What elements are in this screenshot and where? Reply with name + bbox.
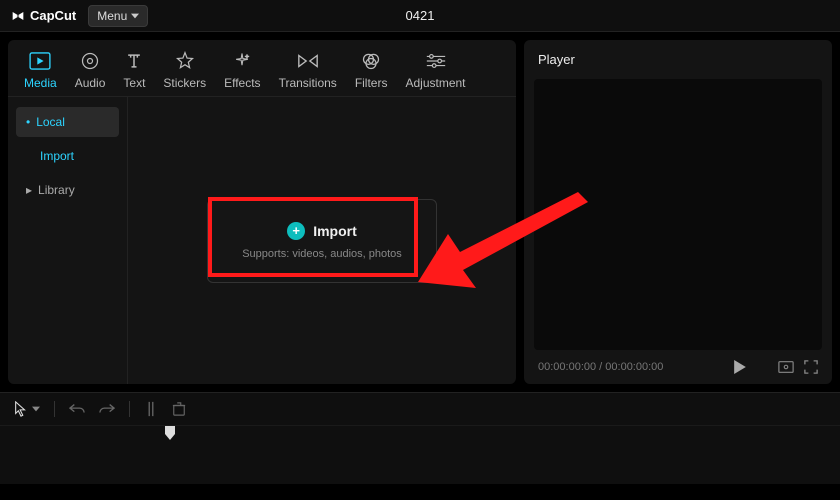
bullet-icon: • [26,115,30,129]
tab-label: Text [123,76,145,90]
media-sidebar: • Local Import ▸ Library [8,97,128,384]
tab-media[interactable]: Media [24,50,57,90]
timeline-toolbar [0,393,840,425]
tab-stickers[interactable]: Stickers [163,50,206,90]
app-logo: CapCut [10,8,76,24]
media-panel: Media Audio Text Stickers [8,40,516,384]
scale-ratio-button[interactable] [778,360,794,374]
adjustment-icon [425,50,447,72]
chevron-right-icon: ▸ [26,183,32,197]
tab-text[interactable]: Text [123,50,145,90]
undo-button[interactable] [69,402,85,416]
timeline-track-area[interactable] [0,425,840,473]
pointer-tool-button[interactable] [14,401,40,417]
audio-icon [79,50,101,72]
tab-label: Transitions [279,76,337,90]
play-button[interactable] [734,360,746,374]
sidebar-item-label: Import [40,149,74,163]
divider [129,401,130,417]
sidebar-item-label: Local [36,115,65,129]
tab-audio[interactable]: Audio [75,50,106,90]
redo-button[interactable] [99,402,115,416]
text-icon [123,50,145,72]
filters-icon [360,50,382,72]
sidebar-item-local[interactable]: • Local [16,107,119,137]
tab-label: Stickers [163,76,206,90]
fullscreen-button[interactable] [804,360,818,374]
tab-filters[interactable]: Filters [355,50,388,90]
plus-icon: + [287,222,305,240]
title-bar: CapCut Menu 0421 [0,0,840,32]
import-label: Import [313,223,357,239]
chevron-down-icon [32,406,40,412]
player-title: Player [524,40,832,79]
sidebar-item-library[interactable]: ▸ Library [16,175,119,205]
player-timecode: 00:00:00:00 / 00:00:00:00 [538,361,663,373]
app-name: CapCut [30,8,76,23]
tab-effects[interactable]: Effects [224,50,260,90]
playhead[interactable] [165,426,175,440]
menu-button[interactable]: Menu [88,5,148,27]
split-button[interactable] [144,401,158,417]
import-subtext: Supports: videos, audios, photos [226,248,418,260]
chevron-down-icon [131,12,139,20]
tabs-row: Media Audio Text Stickers [8,40,516,97]
media-icon [29,50,51,72]
menu-label: Menu [97,9,127,23]
tab-label: Filters [355,76,388,90]
tab-label: Adjustment [405,76,465,90]
sidebar-item-label: Library [38,183,75,197]
capcut-icon [10,8,26,24]
player-panel: Player 00:00:00:00 / 00:00:00:00 [524,40,832,384]
delete-button[interactable] [172,402,186,416]
tab-label: Effects [224,76,260,90]
import-dropzone[interactable]: + Import Supports: videos, audios, photo… [207,199,437,283]
player-viewport[interactable] [534,79,822,350]
divider [54,401,55,417]
stickers-icon [174,50,196,72]
transitions-icon [297,50,319,72]
tab-label: Audio [75,76,106,90]
project-title: 0421 [406,8,435,23]
tab-adjustment[interactable]: Adjustment [405,50,465,90]
timeline-panel [0,392,840,484]
sidebar-item-import[interactable]: Import [16,141,119,171]
tab-transitions[interactable]: Transitions [279,50,337,90]
effects-icon [231,50,253,72]
media-main-area: + Import Supports: videos, audios, photo… [128,97,516,384]
tab-label: Media [24,76,57,90]
